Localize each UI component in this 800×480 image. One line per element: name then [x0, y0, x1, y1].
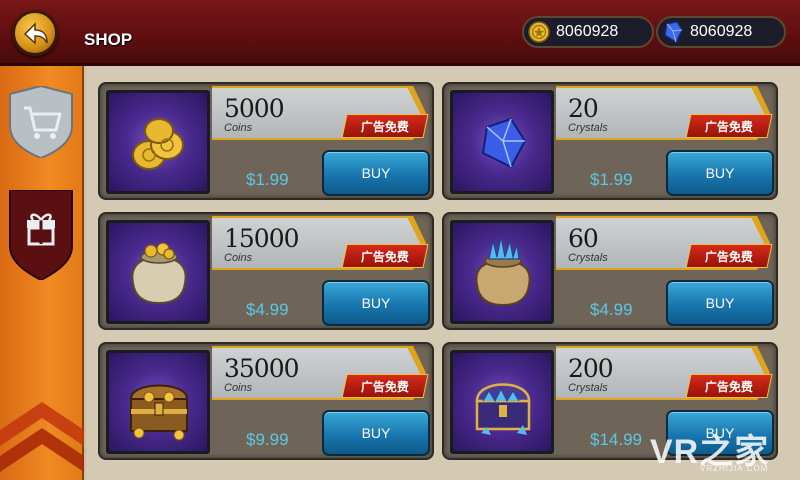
item-price: $4.99	[590, 300, 633, 319]
shop-grid: 5000 Coins 广告免费 $1.99 BUY 20 Crystals 广告…	[86, 66, 800, 480]
item-unit: Crystals	[568, 252, 608, 264]
ad-free-badge: 广告免费	[341, 114, 429, 138]
item-price: $1.99	[246, 170, 289, 189]
back-arrow-icon	[23, 22, 48, 45]
sidebar-chevron-decoration	[0, 402, 84, 472]
buy-button[interactable]: BUY	[322, 410, 430, 456]
item-unit: Coins	[224, 122, 253, 134]
item-price: $1.99	[590, 170, 633, 189]
ad-free-badge: 广告免费	[341, 244, 429, 268]
ad-free-badge: 广告免费	[685, 374, 773, 398]
top-bar: SHOP 8060928 8060928	[0, 0, 800, 66]
crystal-balance: 8060928	[656, 16, 786, 48]
coin-icon	[528, 21, 550, 43]
shop-item-card: 15000 Coins 广告免费 $4.99 BUY	[98, 212, 434, 330]
item-price: $9.99	[246, 430, 289, 449]
buy-button[interactable]: BUY	[322, 280, 430, 326]
page-title: SHOP	[84, 30, 133, 49]
sidebar-tab-cart[interactable]	[6, 84, 76, 160]
crystal-chest-icon	[450, 350, 554, 454]
shop-item-card: 20 Crystals 广告免费 $1.99 BUY	[442, 82, 778, 200]
back-button[interactable]	[12, 10, 58, 56]
category-sidebar	[0, 66, 84, 480]
crystal-amount: 8060928	[690, 23, 753, 40]
item-unit: Coins	[224, 252, 253, 264]
item-price: $14.99	[590, 430, 642, 449]
ad-free-badge: 广告免费	[685, 114, 773, 138]
item-quantity: 200	[568, 354, 614, 383]
site-watermark: VR之家 VRZHIJIA.COM	[650, 424, 800, 480]
shop-item-card: 5000 Coins 广告免费 $1.99 BUY	[98, 82, 434, 200]
item-quantity: 35000	[224, 354, 300, 383]
buy-button[interactable]: BUY	[322, 150, 430, 196]
buy-button[interactable]: BUY	[666, 150, 774, 196]
item-unit: Crystals	[568, 382, 608, 394]
crystal-icon	[664, 21, 683, 43]
shop-item-card: 35000 Coins 广告免费 $9.99 BUY	[98, 342, 434, 460]
crystal-icon	[450, 90, 554, 194]
item-quantity: 5000	[224, 94, 285, 123]
coin-sack-icon	[106, 220, 210, 324]
watermark-url: VRZHIJIA.COM	[700, 464, 769, 473]
coin-balance: 8060928	[522, 16, 654, 48]
item-unit: Coins	[224, 382, 253, 394]
coin-pile-icon	[106, 90, 210, 194]
crystal-sack-icon	[450, 220, 554, 324]
ad-free-badge: 广告免费	[341, 374, 429, 398]
item-quantity: 15000	[224, 224, 300, 253]
item-quantity: 60	[568, 224, 599, 253]
item-price: $4.99	[246, 300, 289, 319]
buy-button[interactable]: BUY	[666, 280, 774, 326]
coin-chest-icon	[106, 350, 210, 454]
shop-item-card: 60 Crystals 广告免费 $4.99 BUY	[442, 212, 778, 330]
coin-amount: 8060928	[556, 23, 619, 40]
sidebar-tab-gift[interactable]	[6, 189, 76, 282]
item-quantity: 20	[568, 94, 599, 123]
ad-free-badge: 广告免费	[685, 244, 773, 268]
item-unit: Crystals	[568, 122, 608, 134]
